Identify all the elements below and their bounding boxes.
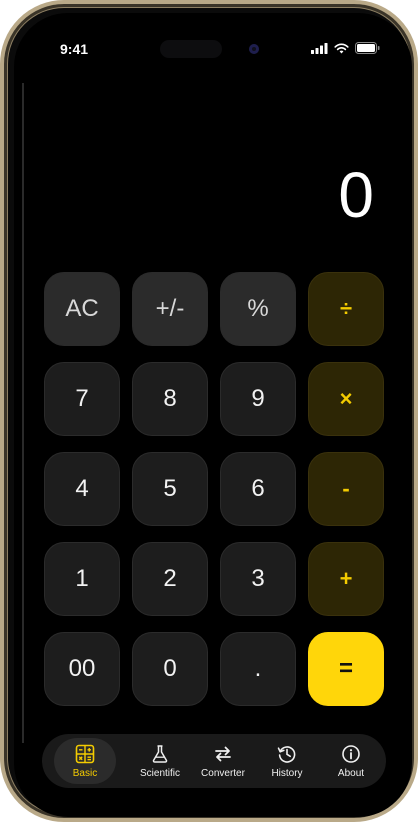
status-bar: 9:41 [14, 13, 412, 83]
tab-basic-label: Basic [72, 767, 98, 779]
decimal-point-button[interactable]: . [220, 632, 296, 706]
digit-0-button[interactable]: 0 [132, 632, 208, 706]
flask-icon [152, 744, 168, 763]
tab-scientific-label: Scientific [139, 767, 180, 779]
tab-basic[interactable]: Basic [54, 738, 116, 784]
info-circle-icon [342, 744, 360, 763]
digit-8-button[interactable]: 8 [132, 362, 208, 436]
tab-converter[interactable]: Converter [192, 738, 254, 784]
swap-arrows-icon [215, 746, 231, 761]
digit-7-button[interactable]: 7 [44, 362, 120, 436]
digit-4-button[interactable]: 4 [44, 452, 120, 526]
tab-converter-label: Converter [201, 767, 245, 779]
equals-button[interactable]: = [308, 632, 384, 706]
multiply-button[interactable]: × [308, 362, 384, 436]
app-screen: 9:41 0 AC +/- % ÷ 7 8 9 × 4 5 6 - 1 2 3 … [14, 13, 412, 817]
digit-5-button[interactable]: 5 [132, 452, 208, 526]
result-display: 0 [338, 159, 374, 231]
clear-button[interactable]: AC [44, 272, 120, 346]
double-zero-button[interactable]: 00 [44, 632, 120, 706]
screen-edge-highlight [22, 83, 24, 743]
tab-about-label: About [337, 767, 365, 779]
add-button[interactable]: + [308, 542, 384, 616]
digit-3-button[interactable]: 3 [220, 542, 296, 616]
sign-toggle-button[interactable]: +/- [132, 272, 208, 346]
tab-history-label: History [271, 767, 303, 779]
digit-1-button[interactable]: 1 [44, 542, 120, 616]
subtract-button[interactable]: - [308, 452, 384, 526]
tab-history[interactable]: History [256, 738, 318, 784]
status-icons [311, 42, 380, 54]
status-time: 9:41 [60, 41, 89, 57]
digit-2-button[interactable]: 2 [132, 542, 208, 616]
divide-button[interactable]: ÷ [308, 272, 384, 346]
phone-frame: 9:41 0 AC +/- % ÷ 7 8 9 × 4 5 6 - 1 2 3 … [0, 0, 418, 822]
signal-icon [311, 42, 328, 54]
wifi-icon [334, 42, 349, 53]
bottom-tab-bar: Basic Scientific Converter History About [42, 734, 386, 788]
percent-button[interactable]: % [220, 272, 296, 346]
digit-6-button[interactable]: 6 [220, 452, 296, 526]
dynamic-island [160, 40, 222, 58]
tab-scientific[interactable]: Scientific [129, 738, 191, 784]
battery-icon [355, 42, 380, 54]
history-clock-icon [277, 745, 296, 763]
front-camera [249, 44, 259, 54]
digit-9-button[interactable]: 9 [220, 362, 296, 436]
calculator-icon [75, 744, 95, 763]
tab-about[interactable]: About [320, 738, 382, 784]
keypad: AC +/- % ÷ 7 8 9 × 4 5 6 - 1 2 3 + 00 0 … [44, 272, 384, 706]
